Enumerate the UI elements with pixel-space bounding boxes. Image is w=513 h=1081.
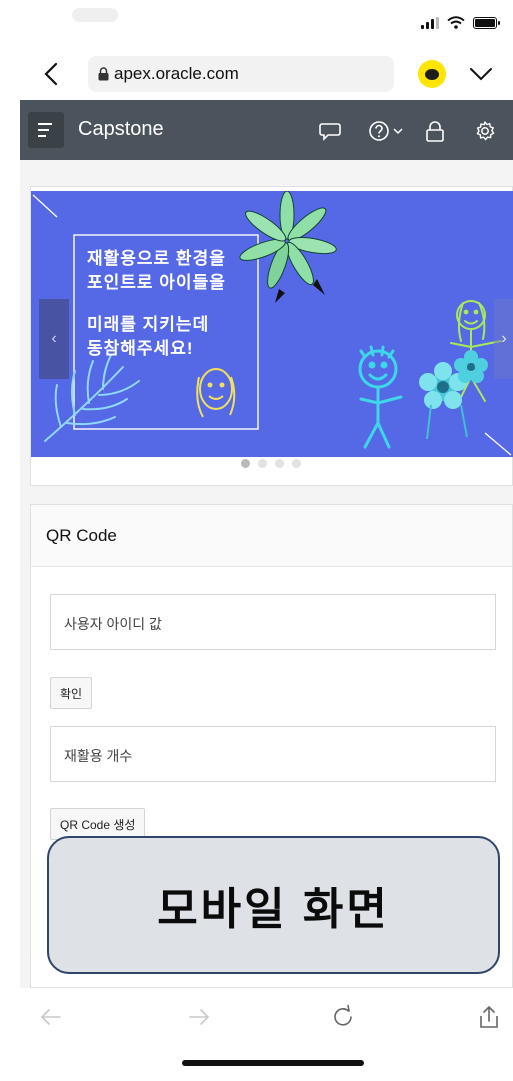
reload-icon[interactable]	[330, 1004, 356, 1030]
confirm-button[interactable]: 확인	[50, 677, 93, 709]
app-header: Capstone	[20, 100, 513, 160]
carousel-region: 재활용으로 환경을 포인트로 아이들을 미래를 지키는데 동참해주세요! ‹ ›	[30, 186, 513, 486]
banner-text: 재활용으로 환경을 포인트로 아이들을 미래를 지키는데 동참해주세요!	[87, 247, 226, 361]
recycle-count-label: 재활용 개수	[64, 748, 133, 764]
url-bar[interactable]: apex.oracle.com	[88, 56, 394, 92]
signal-icon	[421, 16, 439, 29]
overlay-caption: 모바일 화면	[47, 836, 500, 974]
share-icon[interactable]	[476, 1004, 502, 1030]
carousel-dots	[241, 459, 301, 468]
help-icon[interactable]	[368, 120, 410, 142]
carousel-dot-1[interactable]	[241, 459, 250, 468]
home-indicator	[182, 1060, 364, 1066]
carousel-dot-2[interactable]	[258, 459, 267, 468]
lock-icon[interactable]	[424, 120, 446, 142]
chat-bubble-icon[interactable]	[318, 120, 342, 142]
back-arrow-icon[interactable]	[38, 1004, 64, 1030]
url-text: apex.oracle.com	[114, 64, 239, 83]
carousel-prev-button[interactable]: ‹	[39, 299, 69, 379]
carousel-dot-3[interactable]	[275, 459, 284, 468]
browser-toolbar	[0, 988, 513, 1081]
status-icons	[421, 16, 500, 29]
wifi-icon	[447, 16, 465, 29]
banner-line-1: 재활용으로 환경을	[87, 249, 226, 268]
menu-button[interactable]	[28, 112, 64, 148]
banner-line-4: 동참해주세요!	[87, 339, 194, 358]
region-title: QR Code	[46, 526, 117, 545]
carousel-slide: 재활용으로 환경을 포인트로 아이들을 미래를 지키는데 동참해주세요! ‹ ›	[31, 191, 513, 457]
carousel-dot-4[interactable]	[292, 459, 301, 468]
forward-arrow-icon[interactable]	[186, 1004, 212, 1030]
app-title[interactable]: Capstone	[78, 118, 164, 141]
chevron-down-icon[interactable]	[468, 64, 494, 84]
user-id-field[interactable]: 사용자 아이디 값	[50, 594, 496, 650]
status-bar	[0, 0, 513, 48]
banner-line-3: 미래를 지키는데	[87, 315, 210, 334]
recycle-count-field[interactable]: 재활용 개수	[50, 726, 496, 782]
lock-icon	[98, 67, 109, 81]
banner-line-2: 포인트로 아이들을	[87, 273, 226, 292]
status-time	[72, 8, 118, 22]
back-chevron-icon[interactable]	[38, 60, 64, 88]
region-header: QR Code	[31, 505, 512, 567]
gear-icon[interactable]	[474, 120, 496, 142]
browser-url-row: apex.oracle.com	[0, 48, 513, 100]
battery-icon	[473, 16, 500, 29]
carousel-next-button[interactable]: ›	[494, 299, 513, 379]
user-id-label: 사용자 아이디 값	[64, 616, 162, 632]
kakao-talk-icon[interactable]	[418, 60, 446, 88]
